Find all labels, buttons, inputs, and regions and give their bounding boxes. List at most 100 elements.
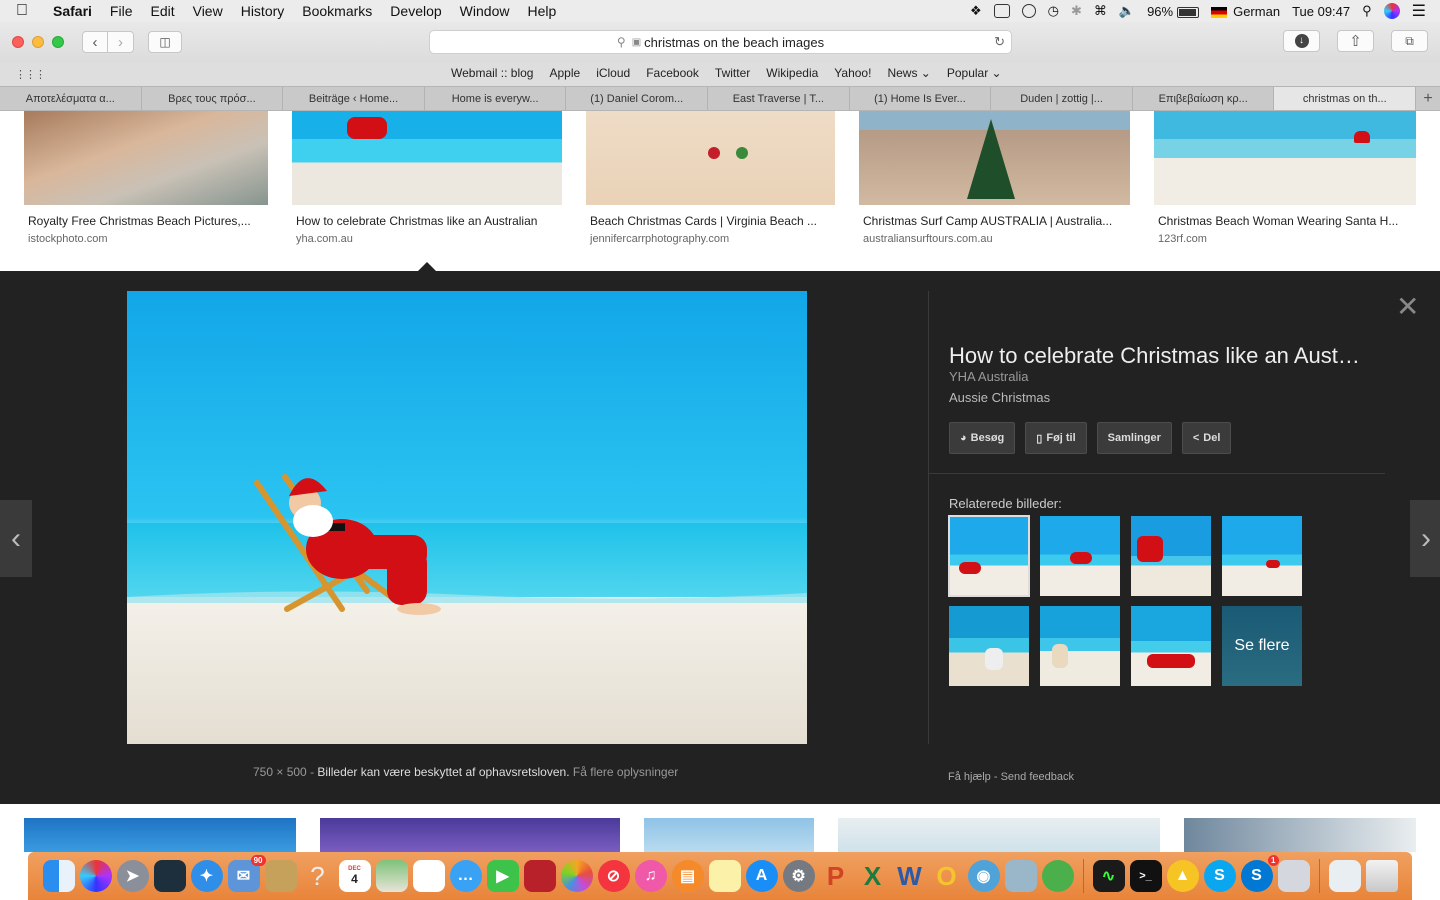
result-thumbnail[interactable] bbox=[838, 818, 1160, 852]
related-image-thumbnail[interactable] bbox=[1040, 606, 1120, 686]
result-thumbnail[interactable] bbox=[24, 818, 296, 852]
menu-edit[interactable]: Edit bbox=[141, 3, 183, 19]
result-thumbnail[interactable] bbox=[292, 111, 562, 205]
news-icon[interactable]: ⊘ bbox=[597, 860, 630, 892]
related-image-thumbnail[interactable] bbox=[949, 606, 1029, 686]
result-card[interactable]: Beach Christmas Cards | Virginia Beach .… bbox=[586, 111, 835, 245]
result-title[interactable]: Beach Christmas Cards | Virginia Beach .… bbox=[590, 214, 835, 228]
menu-develop[interactable]: Develop bbox=[381, 3, 450, 19]
minimize-window-button[interactable] bbox=[32, 36, 44, 48]
launchpad-icon[interactable]: ➤ bbox=[116, 860, 149, 892]
circle-app-icon[interactable] bbox=[1021, 4, 1036, 18]
photos-icon[interactable] bbox=[560, 860, 593, 892]
browser-tab[interactable]: Home is everyw... bbox=[425, 87, 567, 110]
result-thumbnail[interactable] bbox=[320, 818, 620, 852]
siri-app-icon[interactable] bbox=[79, 860, 112, 892]
feedback-link[interactable]: Send feedback bbox=[1001, 771, 1074, 783]
result-thumbnail[interactable] bbox=[1154, 111, 1416, 205]
mission-control-icon[interactable] bbox=[153, 860, 186, 892]
result-thumbnail[interactable] bbox=[586, 111, 835, 205]
result-thumbnail[interactable] bbox=[1184, 818, 1416, 852]
favorite-twitter[interactable]: Twitter bbox=[715, 66, 750, 80]
image-capture-icon[interactable] bbox=[1277, 860, 1310, 892]
favorite-news[interactable]: News ⌄ bbox=[887, 66, 930, 80]
photo-booth-icon[interactable] bbox=[523, 860, 556, 892]
word-icon[interactable]: W bbox=[894, 860, 926, 892]
preview-site[interactable]: YHA Australia bbox=[949, 369, 1029, 384]
clock[interactable]: Tue 09:47 bbox=[1292, 4, 1350, 19]
browser-tab[interactable]: Επιβεβαίωση κρ... bbox=[1133, 87, 1275, 110]
browser-tab[interactable]: (1) Daniel Corom... bbox=[566, 87, 709, 110]
related-image-thumbnail[interactable] bbox=[1040, 516, 1120, 596]
menu-history[interactable]: History bbox=[232, 3, 294, 19]
result-title[interactable]: Christmas Beach Woman Wearing Santa H... bbox=[1158, 214, 1416, 228]
result-title[interactable]: How to celebrate Christmas like an Austr… bbox=[296, 214, 562, 228]
calendar-icon[interactable]: DEC 4 bbox=[338, 860, 371, 892]
help-question-icon[interactable]: ? bbox=[302, 860, 334, 892]
close-window-button[interactable] bbox=[12, 36, 24, 48]
top-sites-grid-icon[interactable]: ⋮⋮⋮ bbox=[15, 68, 46, 81]
excel-icon[interactable]: X bbox=[857, 860, 889, 892]
visit-button[interactable]: ◕ Besøg bbox=[949, 422, 1016, 454]
siri-icon[interactable] bbox=[1383, 3, 1400, 19]
outlook-icon[interactable]: O bbox=[931, 860, 963, 892]
favorite-icloud[interactable]: iCloud bbox=[596, 66, 630, 80]
notification-center-icon[interactable]: ☰ bbox=[1412, 1, 1426, 21]
related-image-thumbnail[interactable] bbox=[1131, 606, 1211, 686]
reload-icon[interactable]: ↻ bbox=[994, 34, 1005, 50]
favorite-apple[interactable]: Apple bbox=[549, 66, 580, 80]
share-image-button[interactable]: < Del bbox=[1181, 422, 1232, 454]
see-more-button[interactable]: Se flere bbox=[1222, 606, 1302, 686]
favorite-facebook[interactable]: Facebook bbox=[646, 66, 699, 80]
powerpoint-icon[interactable]: P bbox=[820, 860, 852, 892]
contacts-icon[interactable] bbox=[264, 860, 297, 892]
favorite-webmail[interactable]: Webmail :: blog bbox=[451, 66, 533, 80]
trash-icon[interactable] bbox=[1365, 860, 1398, 892]
skype-icon[interactable]: S bbox=[1203, 860, 1236, 892]
favorite-yahoo[interactable]: Yahoo! bbox=[834, 66, 871, 80]
more-info-link[interactable]: Få flere oplysninger bbox=[573, 765, 678, 779]
save-button[interactable]: ▯ Føj til bbox=[1025, 422, 1087, 454]
help-link[interactable]: Få hjælp bbox=[948, 771, 991, 783]
warning-app-icon[interactable]: ▲ bbox=[1166, 860, 1199, 892]
result-title[interactable]: Christmas Surf Camp AUSTRALIA | Australi… bbox=[863, 214, 1130, 228]
apple-menu-icon[interactable]:  bbox=[0, 2, 44, 20]
preview-title[interactable]: How to celebrate Christmas like an Aust… bbox=[949, 343, 1369, 369]
address-bar[interactable]: ⚲ ▣ christmas on the beach images ↻ bbox=[429, 30, 1012, 54]
menu-help[interactable]: Help bbox=[518, 3, 565, 19]
browser-tab[interactable]: Duden | zottig |... bbox=[991, 87, 1133, 110]
new-tab-plus-icon[interactable]: + bbox=[1416, 87, 1440, 110]
menu-view[interactable]: View bbox=[184, 3, 232, 19]
zoom-window-button[interactable] bbox=[52, 36, 64, 48]
terminal-icon[interactable]: >_ bbox=[1129, 860, 1162, 892]
result-thumbnail[interactable] bbox=[644, 818, 814, 852]
favorite-wikipedia[interactable]: Wikipedia bbox=[766, 66, 818, 80]
close-icon[interactable]: ✕ bbox=[1396, 293, 1419, 321]
next-image-button[interactable]: › bbox=[1410, 500, 1440, 577]
favorite-popular[interactable]: Popular ⌄ bbox=[947, 66, 1002, 80]
activity-monitor-icon[interactable]: ∿ bbox=[1092, 860, 1125, 892]
team-icon[interactable] bbox=[1041, 860, 1074, 892]
preview-image[interactable] bbox=[127, 291, 807, 744]
checkmark-app-icon[interactable] bbox=[993, 4, 1010, 18]
itunes-icon[interactable]: ♫ bbox=[634, 860, 667, 892]
messages-icon[interactable]: … bbox=[449, 860, 482, 892]
forward-button[interactable]: › bbox=[108, 31, 134, 53]
browser-tab[interactable]: (1) Home Is Ever... bbox=[850, 87, 992, 110]
browser-tab[interactable]: Βρες τους πρόσ... bbox=[142, 87, 284, 110]
reminders-icon[interactable] bbox=[412, 860, 445, 892]
finder-icon[interactable] bbox=[42, 860, 75, 892]
books-icon[interactable]: ▤ bbox=[671, 860, 704, 892]
volume-icon[interactable]: 🔈 bbox=[1119, 3, 1135, 19]
browser-tab[interactable]: Αποτελέσματα α... bbox=[0, 87, 142, 110]
menu-app-name[interactable]: Safari bbox=[44, 3, 101, 19]
collections-button[interactable]: Samlinger bbox=[1096, 422, 1172, 454]
result-card[interactable]: Royalty Free Christmas Beach Pictures,..… bbox=[24, 111, 268, 245]
previous-image-button[interactable]: ‹ bbox=[0, 500, 32, 577]
input-source[interactable]: German bbox=[1211, 4, 1280, 19]
related-image-thumbnail[interactable] bbox=[948, 515, 1030, 597]
spotlight-search-icon[interactable]: ⚲ bbox=[1362, 3, 1372, 19]
result-title[interactable]: Royalty Free Christmas Beach Pictures,..… bbox=[28, 214, 268, 228]
dropbox-icon[interactable]: ❖ bbox=[970, 3, 982, 19]
back-button[interactable]: ‹ bbox=[82, 31, 108, 53]
